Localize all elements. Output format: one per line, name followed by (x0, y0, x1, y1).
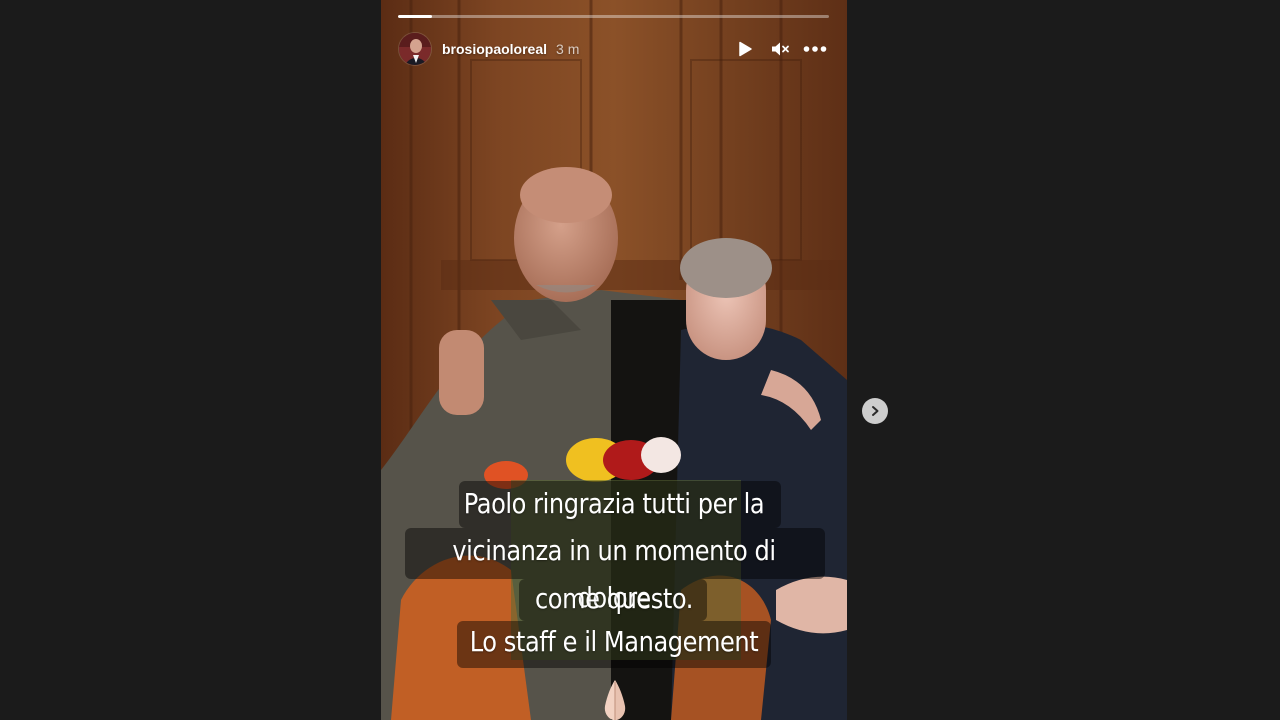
story-timestamp: 3 m (556, 41, 580, 57)
story-progress-bar (398, 15, 829, 18)
play-button[interactable] (731, 35, 759, 63)
story-frame[interactable]: brosiopaoloreal 3 m Paolo ringrazia tutt… (381, 0, 847, 720)
mute-button[interactable] (766, 35, 794, 63)
caption-signature: Lo staff e il Management (469, 625, 759, 658)
story-header: brosiopaoloreal 3 m (398, 31, 829, 67)
chevron-right-icon (872, 406, 879, 416)
story-viewer: brosiopaoloreal 3 m Paolo ringrazia tutt… (0, 0, 1280, 720)
story-controls (724, 35, 829, 63)
folded-hands-icon (604, 680, 626, 720)
caption-line: come questo. (534, 582, 694, 615)
story-progress-fill (398, 15, 433, 18)
play-icon (739, 41, 752, 57)
next-story-button[interactable] (862, 398, 888, 424)
muted-speaker-icon (772, 42, 789, 56)
username[interactable]: brosiopaoloreal (442, 41, 547, 57)
more-options-icon (803, 46, 827, 52)
caption-line: Paolo ringrazia tutti per la (463, 487, 765, 520)
avatar[interactable] (398, 32, 432, 66)
more-options-button[interactable] (801, 35, 829, 63)
